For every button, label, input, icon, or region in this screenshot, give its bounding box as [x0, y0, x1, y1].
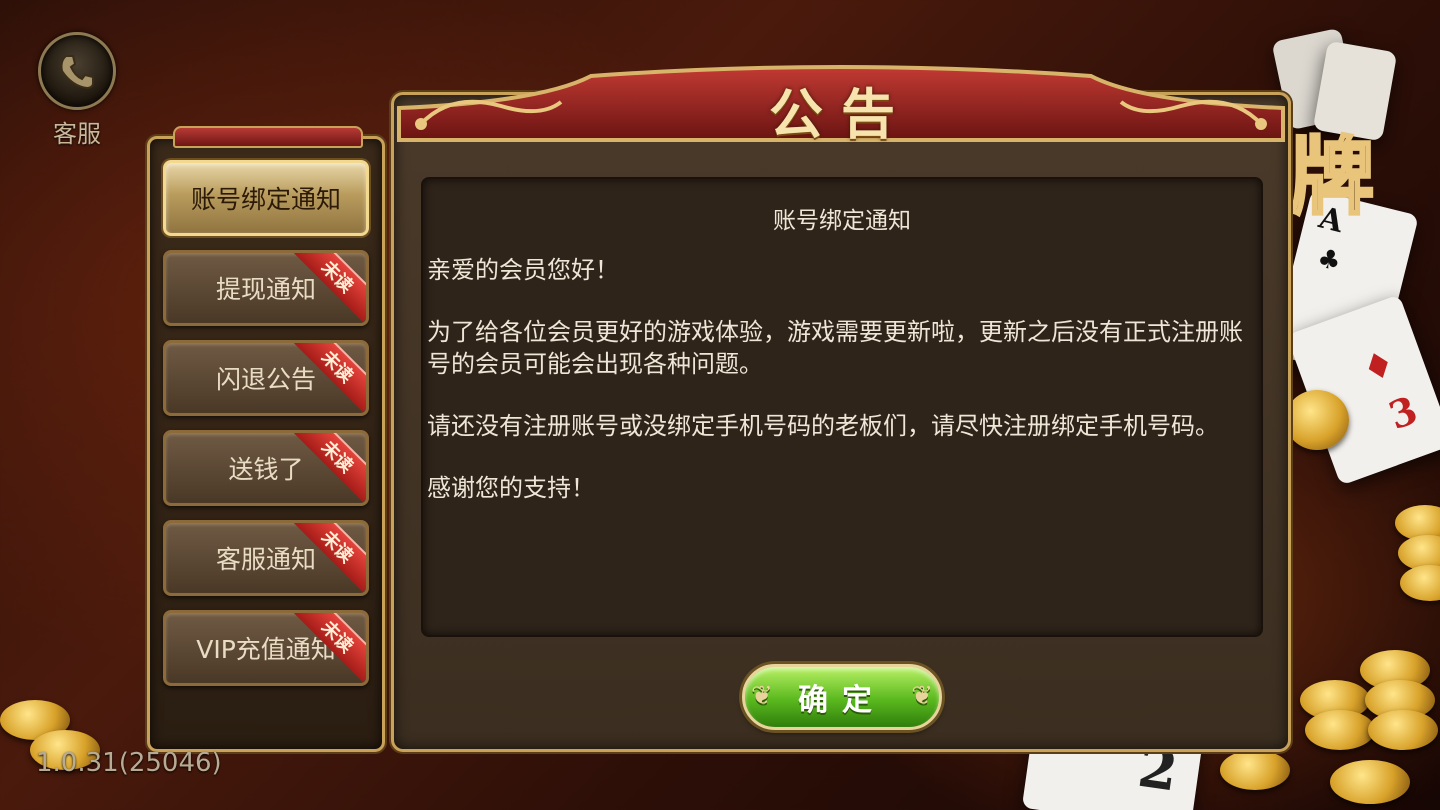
notice-paragraph: 请还没有注册账号或没绑定手机号码的老板们，请尽快注册绑定手机号码。 [427, 412, 1219, 440]
notice-paragraph: 亲爱的会员您好！ [427, 256, 619, 284]
ornament-icon: ❦ [911, 681, 933, 711]
tab-vip-recharge[interactable]: VIP充值通知 未读 [163, 610, 369, 686]
tab-account-binding[interactable]: 账号绑定通知 [163, 160, 369, 236]
notice-list-cap [173, 126, 363, 148]
tab-crash-notice[interactable]: 闪退公告 未读 [163, 340, 369, 416]
notice-body: 亲爱的会员您好！ 为了给各位会员更好的游戏体验，游戏需要更新啦，更新之后没有正式… [427, 254, 1247, 534]
customer-service-button[interactable]: 客服 [36, 32, 118, 156]
tab-label: 送钱了 [228, 455, 304, 484]
coin-icon [1368, 710, 1438, 750]
coin-icon [1330, 760, 1410, 804]
customer-service-label: 客服 [53, 120, 101, 148]
confirm-label: 确定 [798, 683, 886, 718]
notice-paragraph: 为了给各位会员更好的游戏体验，游戏需要更新啦，更新之后没有正式注册账号的会员可能… [427, 318, 1243, 378]
tab-bonus[interactable]: 送钱了 未读 [163, 430, 369, 506]
title-banner: 公告 [391, 62, 1291, 146]
notice-title: 账号绑定通知 [773, 208, 911, 234]
tab-label: 客服通知 [215, 545, 316, 574]
tab-label: 账号绑定通知 [190, 185, 341, 214]
background-logo: 牌 [1288, 127, 1375, 228]
tab-service-notice[interactable]: 客服通知 未读 [163, 520, 369, 596]
version-label: 1.0.31(25046) [36, 748, 222, 778]
tab-label: 提现通知 [215, 275, 316, 304]
tab-label: 闪退公告 [215, 365, 316, 394]
notice-paragraph: 感谢您的支持！ [427, 474, 595, 502]
ornament-icon: ❦ [751, 681, 773, 711]
phone-icon [38, 32, 116, 110]
panel-title: 公告 [769, 83, 913, 146]
coin-icon [1285, 390, 1349, 450]
coin-icon [1220, 750, 1290, 790]
tab-withdrawal[interactable]: 提现通知 未读 [163, 250, 369, 326]
unread-badge: 未读 [292, 433, 366, 502]
coin-icon [1400, 565, 1440, 601]
coin-icon [1305, 710, 1375, 750]
confirm-button[interactable]: ❦ 确定 ❦ [742, 664, 942, 730]
